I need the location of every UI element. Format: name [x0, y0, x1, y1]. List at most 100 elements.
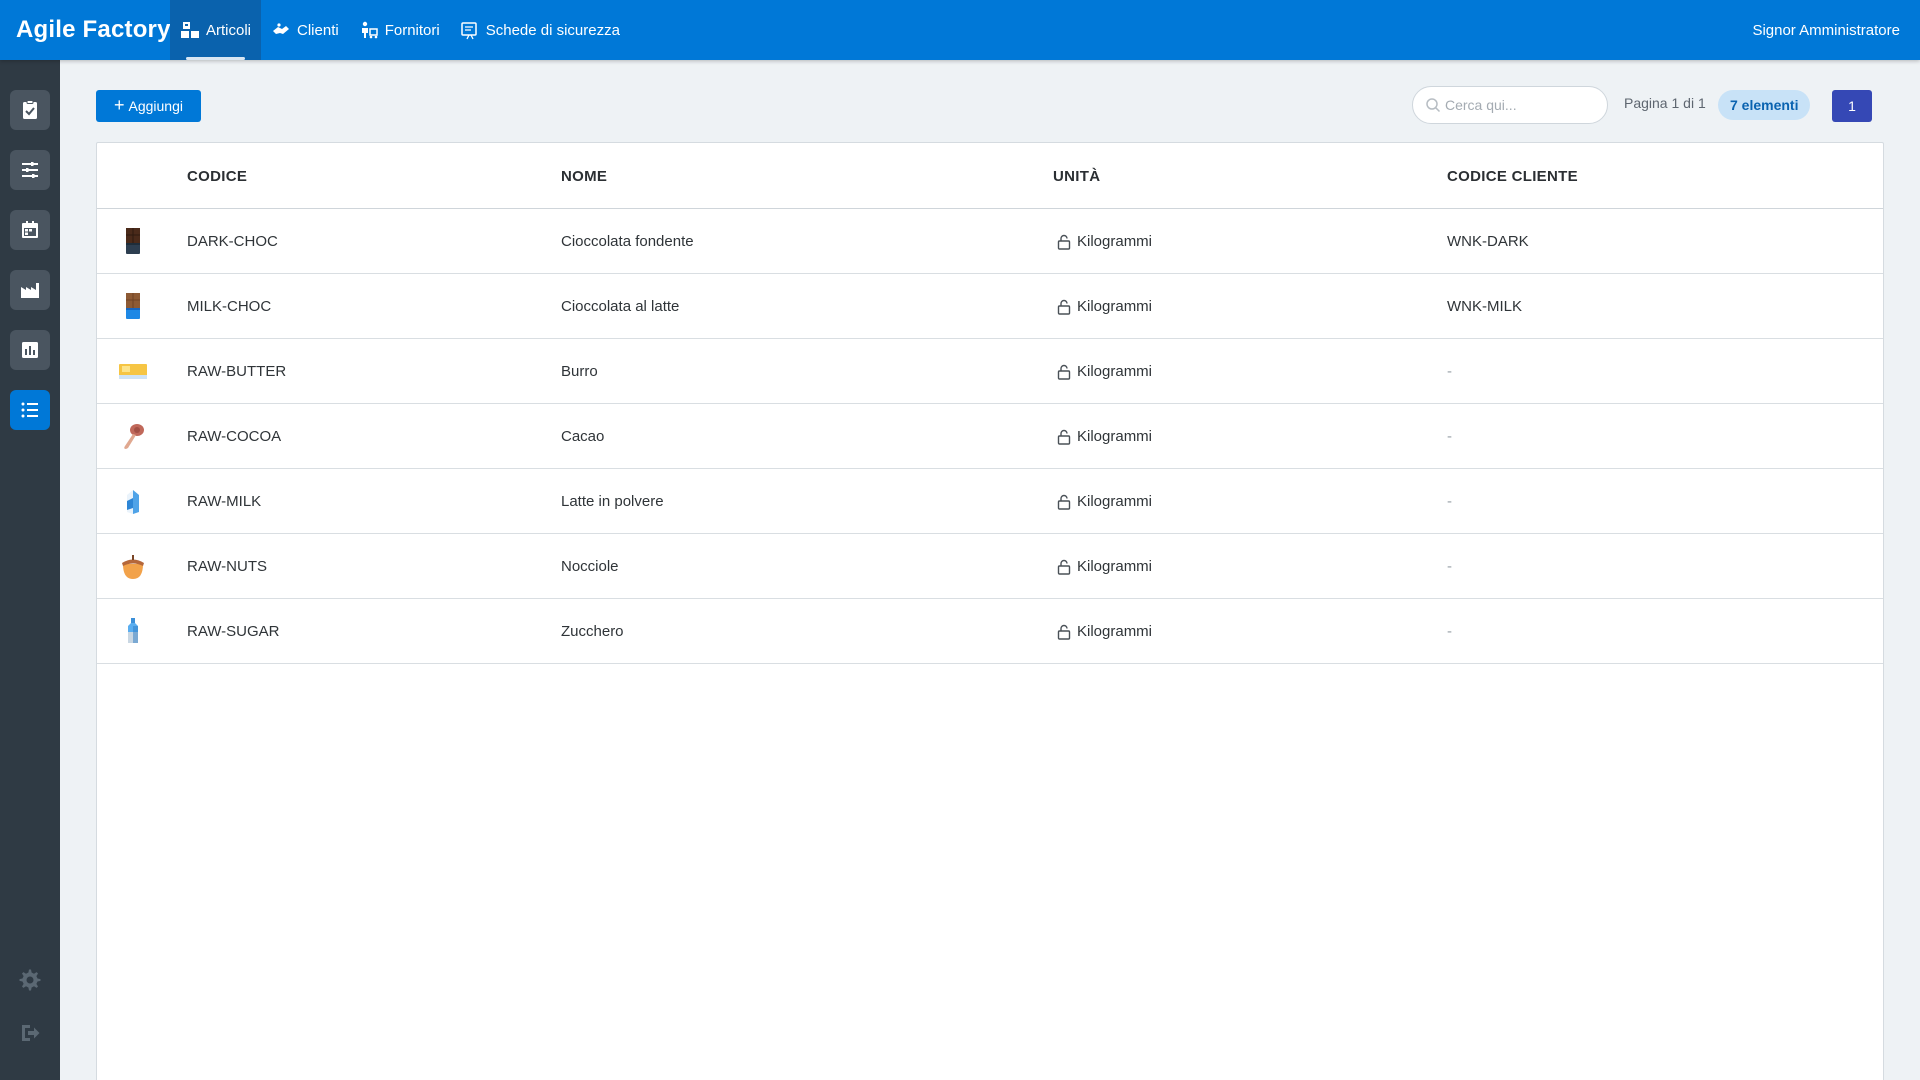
sidebar — [0, 60, 60, 1080]
table-row[interactable]: RAW-NUTS Nocciole Kilogrammi - — [97, 534, 1883, 599]
cell-unit: Kilogrammi — [1057, 363, 1152, 380]
cell-client-code: - — [1447, 623, 1452, 640]
clipboard-check-icon — [23, 100, 37, 119]
sliders-icon — [22, 162, 38, 178]
gear-icon — [19, 969, 41, 991]
table-row[interactable]: RAW-BUTTER Burro Kilogrammi - — [97, 339, 1883, 404]
cell-name: Cioccolata fondente — [561, 233, 694, 250]
cell-name: Cacao — [561, 428, 605, 445]
cell-name: Cioccolata al latte — [561, 298, 680, 315]
table-row[interactable]: DARK-CHOC Cioccolata fondente Kilogrammi… — [97, 209, 1883, 274]
dark-chocolate-icon — [126, 228, 140, 254]
nav-item-fornitori[interactable]: Fornitori — [349, 0, 450, 60]
milk-carton-icon — [127, 490, 139, 514]
nav-item-label: Clienti — [297, 21, 339, 39]
sidebar-item-production[interactable] — [10, 270, 50, 310]
cell-client-code: - — [1447, 428, 1452, 445]
column-header-unita[interactable]: UNITÀ — [1053, 168, 1100, 185]
bar-chart-icon — [22, 342, 38, 358]
search-box — [1412, 86, 1608, 124]
lock-icon — [1057, 559, 1071, 575]
lock-icon — [1057, 364, 1071, 380]
plus-icon: + — [113, 95, 125, 115]
cell-unit: Kilogrammi — [1057, 623, 1152, 640]
cell-code: RAW-SUGAR — [187, 623, 280, 640]
add-button[interactable]: + Aggiungi — [96, 90, 201, 122]
cell-unit-label: Kilogrammi — [1077, 428, 1153, 445]
lock-icon — [1057, 234, 1071, 250]
milk-chocolate-icon — [126, 293, 140, 319]
cell-code: MILK-CHOC — [187, 298, 272, 315]
table-row[interactable]: MILK-CHOC Cioccolata al latte Kilogrammi… — [97, 274, 1883, 339]
sidebar-item-items-list[interactable] — [10, 390, 50, 430]
cell-code: RAW-COCOA — [187, 428, 282, 445]
app-brand[interactable]: Agile Factory — [0, 16, 170, 44]
hazelnut-icon — [122, 555, 144, 579]
cell-code: RAW-MILK — [187, 493, 262, 510]
cell-unit-label: Kilogrammi — [1077, 298, 1153, 315]
boxes-icon — [181, 22, 199, 38]
column-header-codice-cliente[interactable]: CODICE CLIENTE — [1447, 168, 1578, 185]
sidebar-settings[interactable] — [15, 965, 45, 995]
items-count-badge: 7 elementi — [1718, 90, 1811, 120]
user-name[interactable]: Signor Amministratore — [1752, 22, 1920, 39]
search-icon — [1426, 98, 1441, 113]
cell-client-code: WNK-DARK — [1447, 233, 1529, 250]
lock-icon — [1057, 624, 1071, 640]
cell-name: Latte in polvere — [561, 493, 664, 510]
cell-unit-label: Kilogrammi — [1077, 623, 1153, 640]
cocoa-icon — [124, 424, 144, 449]
sugar-bottle-icon — [128, 618, 138, 643]
cell-unit: Kilogrammi — [1057, 428, 1152, 445]
nav-item-label: Fornitori — [384, 21, 440, 39]
column-header-codice[interactable]: CODICE — [187, 168, 247, 185]
factory-icon — [21, 283, 39, 298]
cell-client-code: - — [1447, 558, 1452, 575]
sidebar-item-reports[interactable] — [10, 330, 50, 370]
cell-unit: Kilogrammi — [1057, 558, 1152, 575]
sidebar-item-settings-sliders[interactable] — [10, 150, 50, 190]
cell-unit-label: Kilogrammi — [1077, 233, 1153, 250]
cell-name: Burro — [561, 363, 598, 380]
table-row[interactable]: RAW-MILK Latte in polvere Kilogrammi - — [97, 469, 1883, 534]
cell-name: Nocciole — [561, 558, 619, 575]
cell-client-code: - — [1447, 363, 1452, 380]
cell-unit-label: Kilogrammi — [1077, 558, 1153, 575]
cell-client-code: WNK-MILK — [1447, 298, 1522, 315]
cell-client-code: - — [1447, 493, 1452, 510]
items-table: CODICE NOME UNITÀ CODICE CLIENTE DARK-CH… — [96, 142, 1884, 1080]
cell-name: Zucchero — [561, 623, 624, 640]
cell-unit: Kilogrammi — [1057, 298, 1152, 315]
lock-icon — [1057, 494, 1071, 510]
delivery-person-icon — [361, 21, 378, 39]
calendar-icon — [22, 221, 38, 238]
cell-unit: Kilogrammi — [1057, 233, 1152, 250]
sidebar-logout[interactable] — [15, 1018, 45, 1048]
table-header: CODICE NOME UNITÀ CODICE CLIENTE — [97, 143, 1883, 209]
table-row[interactable]: RAW-COCOA Cacao Kilogrammi - — [97, 404, 1883, 469]
column-header-nome[interactable]: NOME — [561, 168, 607, 185]
cell-code: RAW-NUTS — [187, 558, 267, 575]
page-1-button[interactable]: 1 — [1832, 90, 1872, 122]
nav-item-articoli[interactable]: Articoli — [170, 0, 262, 60]
nav-item-schede-sicurezza[interactable]: Schede di sicurezza — [450, 0, 630, 60]
cell-unit: Kilogrammi — [1057, 493, 1152, 510]
lock-icon — [1057, 299, 1071, 315]
add-button-label: Aggiungi — [128, 98, 184, 114]
search-input[interactable] — [1445, 97, 1605, 113]
list-icon — [21, 402, 38, 418]
cell-unit-label: Kilogrammi — [1077, 363, 1153, 380]
safety-sheet-icon — [460, 22, 477, 40]
nav-item-label: Articoli — [206, 21, 252, 39]
table-row[interactable]: RAW-SUGAR Zucchero Kilogrammi - — [97, 599, 1883, 664]
nav-item-label: Schede di sicurezza — [485, 21, 620, 39]
cell-code: DARK-CHOC — [187, 233, 278, 250]
sidebar-item-tasks[interactable] — [10, 90, 50, 130]
sidebar-item-calendar[interactable] — [10, 210, 50, 250]
nav-item-clienti[interactable]: Clienti — [261, 0, 349, 60]
logout-icon — [22, 1025, 40, 1041]
page-info: Pagina 1 di 1 — [1624, 95, 1706, 111]
butter-icon — [119, 364, 147, 379]
top-nav: Articoli Clienti Fornitori Schede di sic… — [170, 0, 630, 60]
cell-code: RAW-BUTTER — [187, 363, 287, 380]
